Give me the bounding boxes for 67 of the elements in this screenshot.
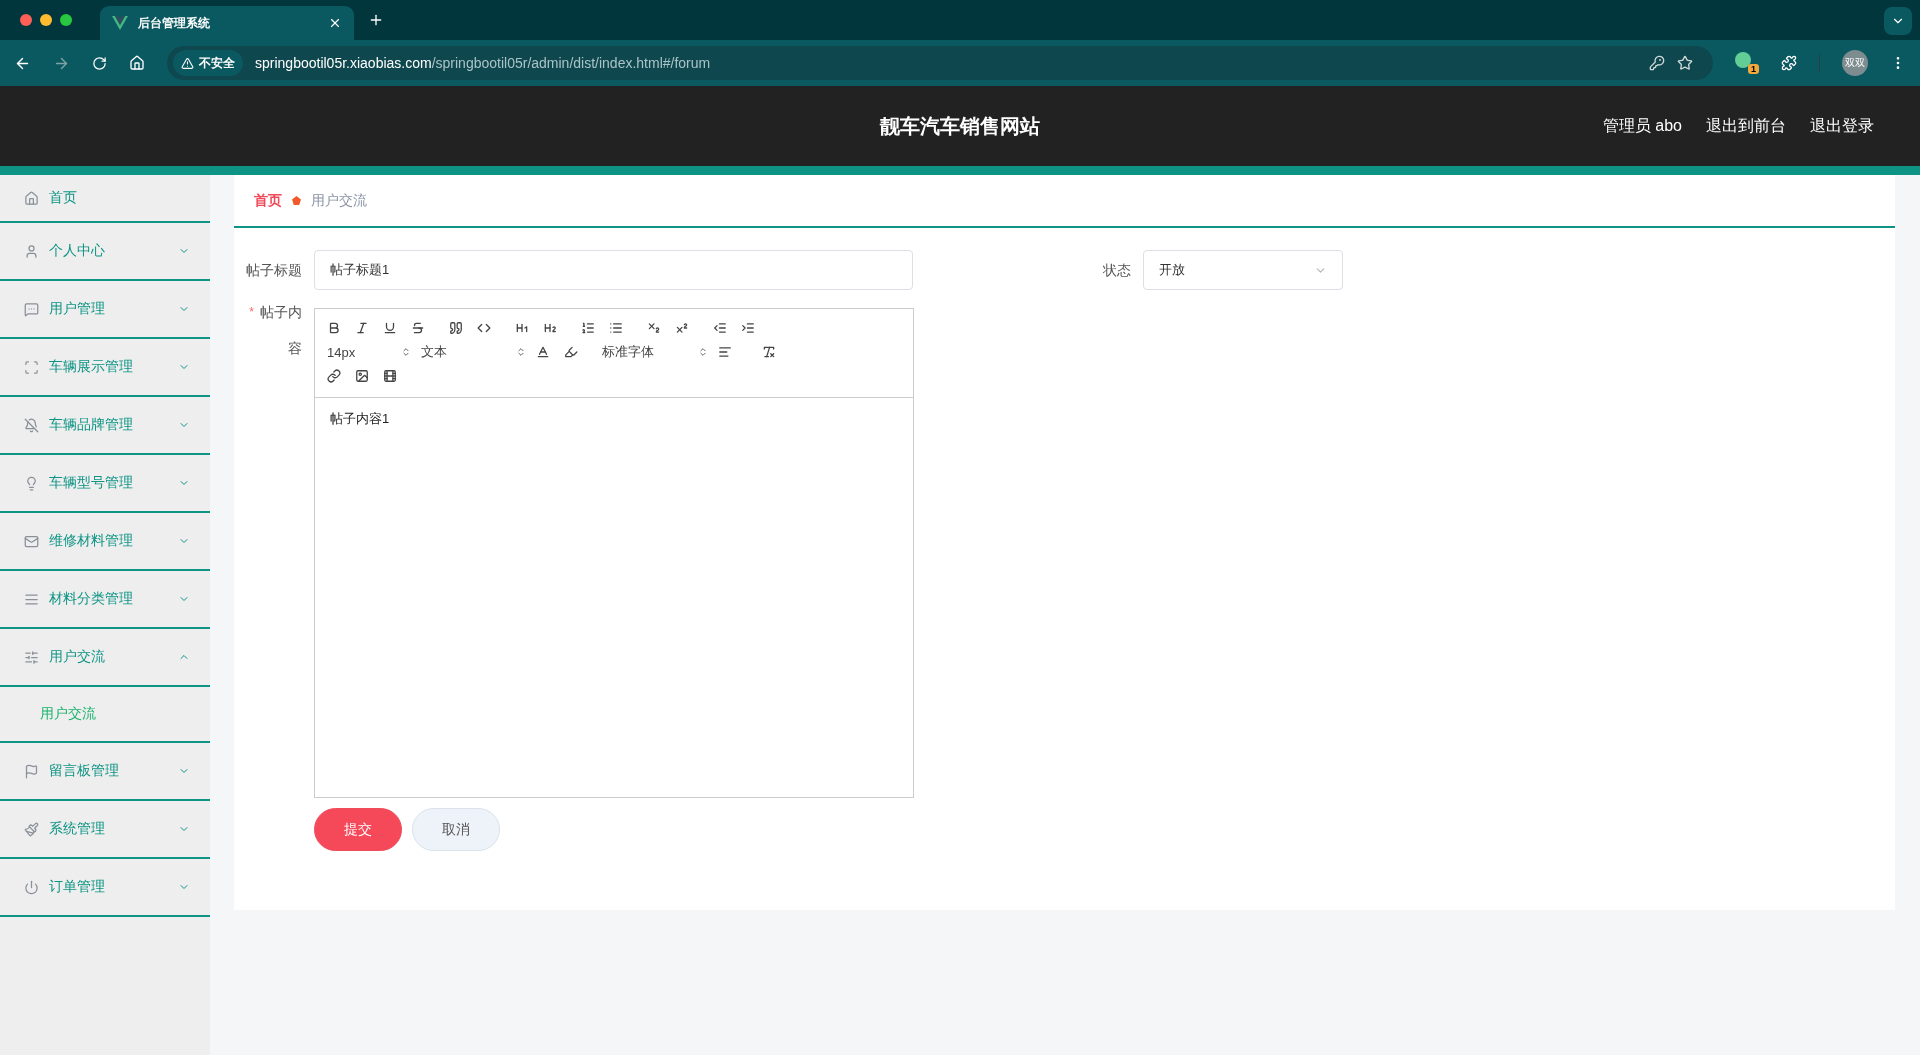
puzzle-icon[interactable] xyxy=(1781,55,1797,71)
close-window-button[interactable] xyxy=(20,14,32,26)
size-picker[interactable]: 14px xyxy=(327,344,421,360)
new-tab-icon[interactable] xyxy=(368,12,384,28)
field-label: 帖子标题 xyxy=(245,261,303,280)
user-label: 管理员 abo xyxy=(1602,115,1682,136)
warning-icon xyxy=(181,56,194,70)
star-icon[interactable] xyxy=(1677,55,1693,71)
sidebar-item[interactable]: 用户管理 xyxy=(0,281,210,339)
breadcrumb-link[interactable]: 首页 xyxy=(254,191,282,210)
maximize-window-button[interactable] xyxy=(60,14,72,26)
breadcrumb-link[interactable]: 用户交流 xyxy=(311,191,367,210)
sidebar-item[interactable]: 留言板管理 xyxy=(0,743,210,801)
brush-icon xyxy=(24,821,39,837)
header-link[interactable]: 退出登录 xyxy=(1810,115,1874,137)
sidebar-item[interactable]: 车辆型号管理 xyxy=(0,455,210,513)
separator-icon xyxy=(292,196,301,205)
font-picker[interactable]: 标准字体 xyxy=(602,343,718,361)
sidebar-item[interactable]: 材料分类管理 xyxy=(0,571,210,629)
site-title: 靓车汽车销售网站 xyxy=(880,113,1040,139)
power-icon xyxy=(24,879,39,895)
up-down-arrows-icon xyxy=(698,347,708,357)
mail-icon xyxy=(24,533,39,549)
submit-button[interactable]: 提交 xyxy=(314,808,402,851)
sidebar-item[interactable]: 系统管理 xyxy=(0,801,210,859)
header-link[interactable]: 退出到前台 xyxy=(1706,115,1786,137)
up-down-arrows-icon xyxy=(401,347,411,357)
user-icon xyxy=(24,243,39,259)
sidebar-item[interactable]: 车辆展示管理 xyxy=(0,339,210,397)
count-badge: 1 xyxy=(1748,64,1759,74)
sidebar-item[interactable]: 订单管理 xyxy=(0,859,210,917)
required-mark: * xyxy=(249,304,254,321)
status-select[interactable]: 开放 xyxy=(1143,250,1343,290)
sidebar-item[interactable]: 个人中心 xyxy=(0,223,210,281)
address-field[interactable]: springbootil05r.xiaobias.com/springbootil05r/admin/dist/index.html#/forum xyxy=(255,55,1637,71)
tab-list-button[interactable] xyxy=(1884,7,1912,35)
lightbulb-icon xyxy=(24,475,39,491)
sidebar-item[interactable]: 维修材料管理 xyxy=(0,513,210,571)
title-input[interactable]: 帖子标题1 xyxy=(314,250,913,290)
browser-tab[interactable]: 后台管理系统 xyxy=(100,6,354,40)
key-icon[interactable] xyxy=(1649,55,1665,71)
home-icon xyxy=(24,190,39,206)
reload-icon[interactable] xyxy=(92,55,107,71)
editor-text: 帖子内容1 xyxy=(329,410,391,428)
bell-off-icon xyxy=(24,417,39,433)
chat-icon xyxy=(24,301,39,317)
security-chip[interactable]: 不安全 xyxy=(173,50,243,76)
rich-text-editor[interactable]: 14px 文本 标准字体 帖子内容1 xyxy=(314,308,914,798)
field-label: 状态 xyxy=(1102,261,1132,280)
header-picker[interactable]: 文本 xyxy=(421,343,536,361)
v-logo-icon xyxy=(112,16,128,30)
flag-icon xyxy=(24,763,39,779)
home-icon[interactable] xyxy=(129,55,145,71)
cancel-button[interactable]: 取消 xyxy=(412,808,500,851)
extension-icon[interactable] xyxy=(1735,52,1751,68)
sidebar-item[interactable]: 首页 xyxy=(0,175,210,223)
sidebar-item[interactable]: 用户交流 xyxy=(0,629,210,687)
up-down-arrows-icon xyxy=(516,347,526,357)
list-icon xyxy=(24,591,39,607)
frame-icon xyxy=(24,359,39,375)
sidebar-subitem[interactable]: 用户交流 xyxy=(0,687,210,743)
close-icon[interactable] xyxy=(328,16,342,30)
sliders-icon xyxy=(24,649,39,665)
field-label: 帖子内容 xyxy=(259,303,302,358)
minimize-window-button[interactable] xyxy=(40,14,52,26)
profile-avatar[interactable]: 双双 xyxy=(1842,50,1868,76)
sidebar-item[interactable]: 车辆品牌管理 xyxy=(0,397,210,455)
